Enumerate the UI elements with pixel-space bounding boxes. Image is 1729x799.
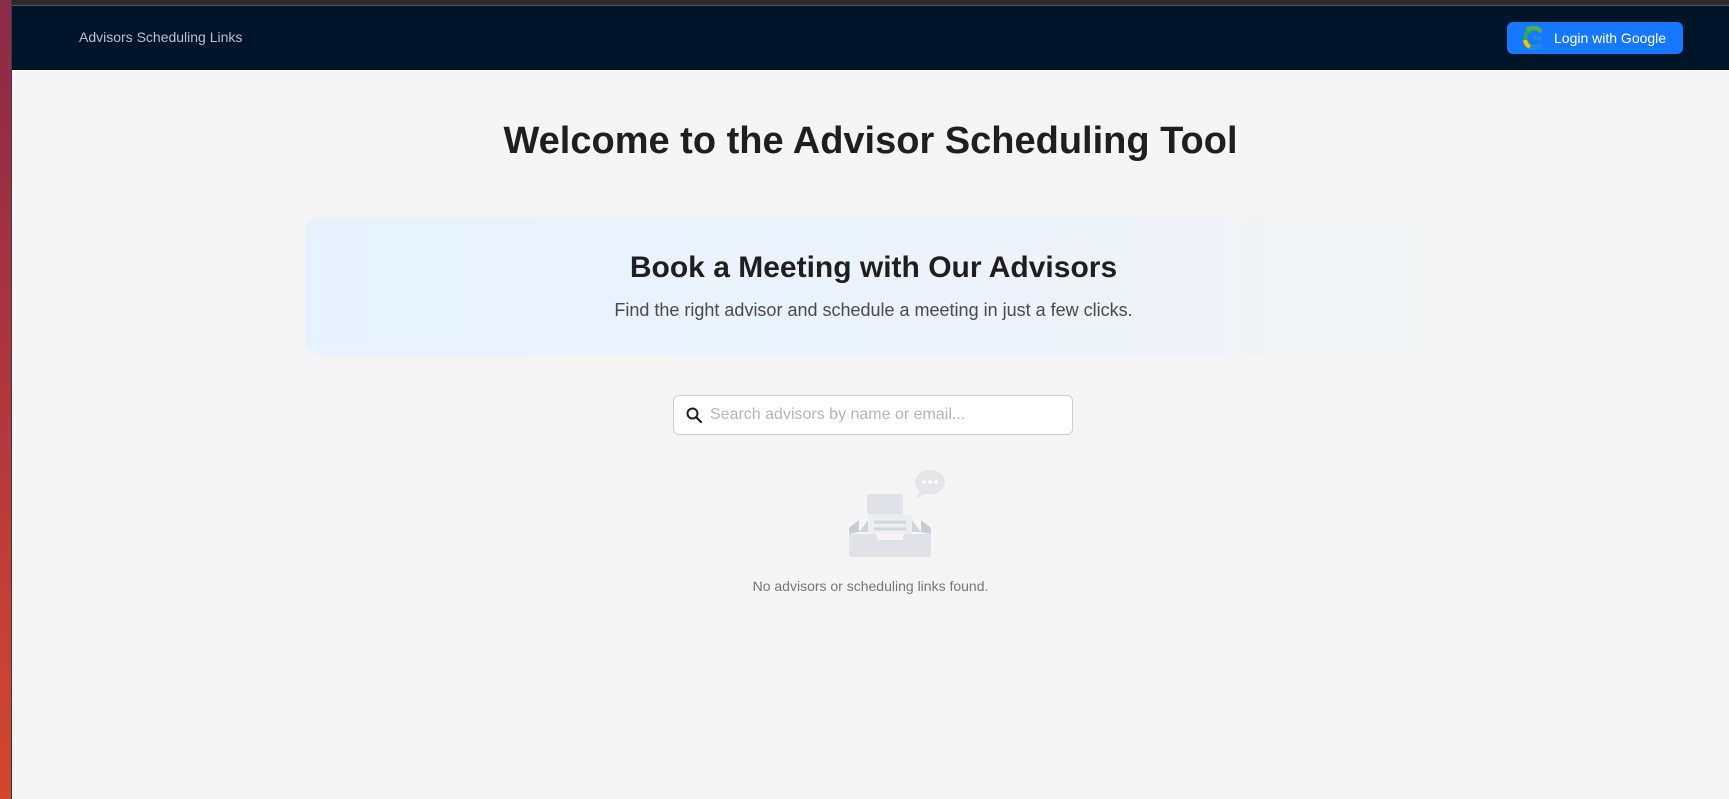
search-icon	[685, 406, 703, 424]
top-navbar: Advisors Scheduling Links Login with Goo…	[12, 6, 1729, 70]
brand-link[interactable]: Advisors Scheduling Links	[79, 29, 242, 45]
login-button-label: Login with Google	[1554, 30, 1667, 46]
desktop-edge	[0, 0, 12, 799]
search-box[interactable]	[673, 395, 1073, 435]
hero-card: Book a Meeting with Our Advisors Find th…	[305, 217, 1442, 355]
hero-title: Book a Meeting with Our Advisors	[629, 251, 1118, 284]
empty-state-message: No advisors or scheduling links found.	[752, 578, 989, 594]
search-input[interactable]	[710, 406, 1050, 424]
login-with-google-button[interactable]: Login with Google	[1507, 22, 1683, 54]
google-g-icon	[1521, 25, 1545, 50]
page-title: Welcome to the Advisor Scheduling Tool	[503, 120, 1238, 162]
hero-subtitle: Find the right advisor and schedule a me…	[614, 300, 1133, 320]
main-content: Welcome to the Advisor Scheduling Tool B…	[12, 70, 1729, 799]
empty-inbox-icon	[830, 462, 950, 562]
